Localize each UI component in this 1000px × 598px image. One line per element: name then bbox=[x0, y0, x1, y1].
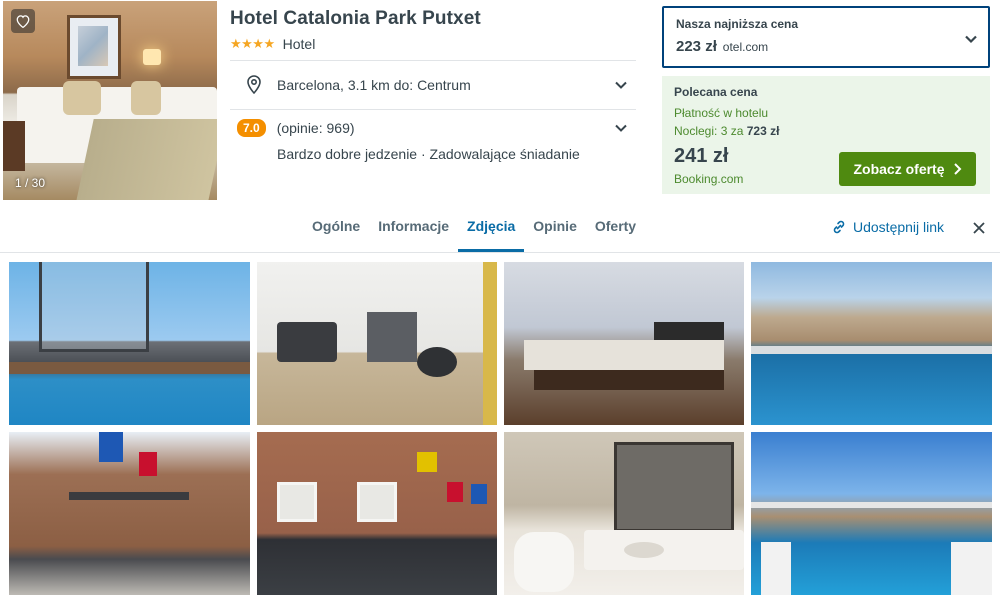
accommodation-type: Hotel bbox=[282, 36, 316, 52]
recommended-price-label: Polecana cena bbox=[674, 85, 758, 99]
star-rating: ★★★★ bbox=[230, 36, 275, 51]
rating-count: (opinie: 969) bbox=[276, 120, 355, 136]
gallery-photo-bar[interactable] bbox=[504, 262, 744, 425]
lowest-price-value: 223 zł bbox=[676, 38, 717, 55]
recommended-price-box: Polecana cena Płatność w hotelu Noclegi:… bbox=[662, 76, 990, 194]
hero-photo[interactable]: 1 / 30 bbox=[3, 1, 217, 200]
lowest-price-label: Nasza najniższa cena bbox=[676, 17, 799, 31]
divider bbox=[230, 60, 636, 61]
location-pin-icon bbox=[247, 75, 261, 95]
rating-highlights: Bardzo dobre jedzenie · Zadowalające śni… bbox=[277, 146, 580, 162]
rating-badge: 7.0 bbox=[237, 119, 266, 137]
hotel-room-image bbox=[3, 1, 217, 200]
tab-info[interactable]: Informacje bbox=[369, 210, 458, 252]
close-icon[interactable] bbox=[972, 221, 986, 235]
link-icon bbox=[833, 220, 845, 234]
tab-offers[interactable]: Oferty bbox=[586, 210, 645, 252]
nights-info: Noclegi: 3 za 723 zł bbox=[674, 124, 780, 138]
recommended-provider: Booking.com bbox=[674, 172, 744, 186]
payment-info: Płatność w hotelu bbox=[674, 106, 769, 120]
gallery-photo-facade-2[interactable] bbox=[257, 432, 497, 595]
favorite-heart-icon[interactable] bbox=[11, 9, 35, 33]
photo-counter: 1 / 30 bbox=[15, 176, 46, 190]
gallery-photo-gym[interactable] bbox=[257, 262, 497, 425]
tab-reviews[interactable]: Opinie bbox=[524, 210, 586, 252]
detail-tabs: Ogólne Informacje Zdjęcia Opinie Oferty bbox=[303, 210, 645, 252]
lowest-price-box[interactable]: Nasza najniższa cena 223 zł otel.com bbox=[662, 6, 990, 68]
gallery-photo-rooftop-pool[interactable] bbox=[751, 262, 992, 425]
location-row[interactable]: Barcelona, 3.1 km do: Centrum bbox=[230, 70, 636, 100]
chevron-down-icon[interactable] bbox=[964, 32, 978, 46]
lowest-price-provider: otel.com bbox=[722, 40, 769, 54]
divider bbox=[230, 109, 636, 110]
gallery-photo-terrace-pool[interactable] bbox=[9, 262, 250, 425]
gallery-photo-rooftop-pool-2[interactable] bbox=[751, 432, 992, 595]
tab-photos[interactable]: Zdjęcia bbox=[458, 210, 525, 252]
hotel-name[interactable]: Hotel Catalonia Park Putxet bbox=[230, 8, 638, 30]
location-text: Barcelona, 3.1 km do: Centrum bbox=[277, 77, 471, 93]
chevron-down-icon[interactable] bbox=[614, 78, 628, 92]
nights-total: 723 zł bbox=[746, 124, 780, 138]
chevron-right-icon bbox=[953, 163, 961, 175]
recommended-price-value: 241 zł bbox=[674, 145, 729, 167]
gallery-photo-bathroom[interactable] bbox=[504, 432, 744, 595]
gallery-photo-facade-1[interactable] bbox=[9, 432, 250, 595]
divider bbox=[0, 252, 1000, 253]
share-link-button[interactable]: Udostępnij link bbox=[831, 219, 944, 235]
view-deal-button[interactable]: Zobacz ofertę bbox=[839, 152, 976, 186]
tab-overview[interactable]: Ogólne bbox=[303, 210, 369, 252]
rating-row[interactable]: 7.0 (opinie: 969) bbox=[230, 119, 636, 137]
chevron-down-icon[interactable] bbox=[614, 121, 628, 135]
